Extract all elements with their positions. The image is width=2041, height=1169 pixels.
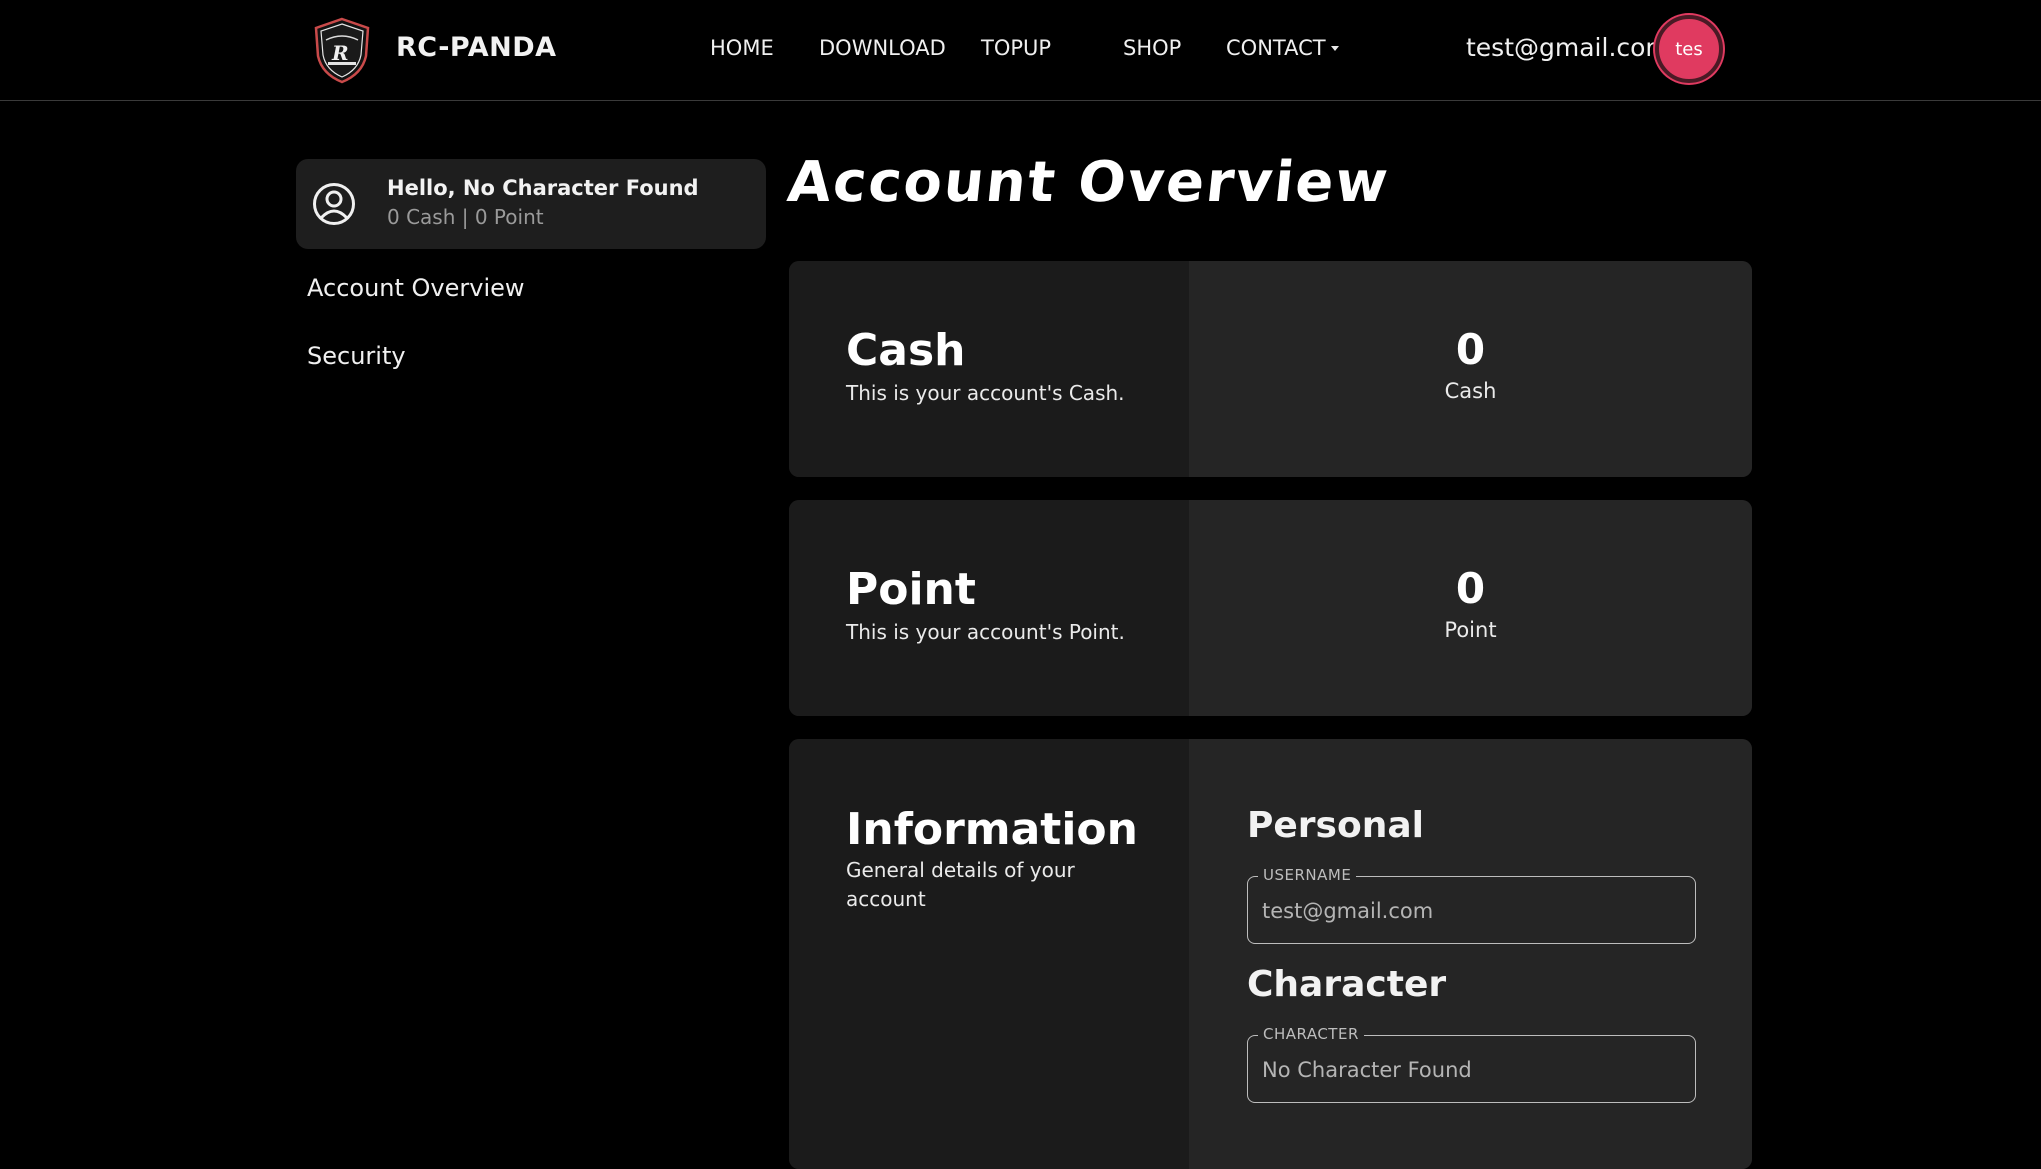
- point-value: 0: [1455, 564, 1486, 613]
- information-description: General details of your account: [846, 858, 1075, 911]
- rc-panda-logo-icon[interactable]: R: [310, 16, 374, 84]
- character-label: CHARACTER: [1258, 1025, 1364, 1043]
- profile-greeting: Hello, No Character Found: [387, 176, 699, 200]
- information-title: Information: [846, 804, 1138, 855]
- nav-contact[interactable]: CONTACT: [1226, 36, 1326, 60]
- svg-text:R: R: [331, 41, 349, 65]
- brand-name[interactable]: RC-PANDA: [396, 32, 557, 63]
- point-title: Point: [846, 564, 976, 615]
- information-card-fields: Personal USERNAME test@gmail.com Charact…: [1189, 739, 1752, 1169]
- top-navbar: R RC-PANDA HOME DOWNLOAD TOPUP SHOP CONT…: [0, 0, 2041, 101]
- avatar-initials: tes: [1675, 38, 1703, 60]
- character-value: No Character Found: [1262, 1058, 1472, 1082]
- profile-balance: 0 Cash | 0 Point: [387, 205, 544, 229]
- nav-download[interactable]: DOWNLOAD: [819, 36, 946, 60]
- cash-card-info: Cash This is your account's Cash.: [789, 261, 1189, 477]
- user-circle-icon: [313, 183, 355, 225]
- cash-card-stat: 0 Cash: [1189, 261, 1752, 477]
- user-avatar[interactable]: tes: [1655, 15, 1723, 83]
- username-label: USERNAME: [1258, 866, 1357, 884]
- point-card-info: Point This is your account's Point.: [789, 500, 1189, 716]
- point-unit: Point: [1444, 618, 1497, 642]
- sidebar-item-account-overview[interactable]: Account Overview: [307, 274, 525, 302]
- cash-unit: Cash: [1444, 379, 1497, 403]
- point-card: Point This is your account's Point. 0 Po…: [789, 500, 1752, 716]
- sidebar-item-security[interactable]: Security: [307, 342, 406, 370]
- username-field[interactable]: USERNAME test@gmail.com: [1247, 866, 1696, 944]
- nav-shop[interactable]: SHOP: [1123, 36, 1181, 60]
- character-field[interactable]: CHARACTER No Character Found: [1247, 1025, 1696, 1103]
- point-description: This is your account's Point.: [846, 620, 1125, 644]
- contact-dropdown-caret-icon[interactable]: [1331, 46, 1339, 51]
- character-heading: Character: [1247, 964, 1447, 1005]
- information-card-info: Information General details of your acco…: [789, 739, 1189, 1169]
- page-title: Account Overview: [784, 150, 1393, 215]
- cash-title: Cash: [846, 325, 966, 376]
- user-email[interactable]: test@gmail.com: [1466, 33, 1670, 62]
- username-value: test@gmail.com: [1262, 899, 1434, 923]
- profile-summary-card: Hello, No Character Found 0 Cash | 0 Poi…: [296, 159, 766, 249]
- cash-description: This is your account's Cash.: [846, 381, 1125, 405]
- point-card-stat: 0 Point: [1189, 500, 1752, 716]
- personal-heading: Personal: [1247, 805, 1424, 846]
- cash-value: 0: [1455, 325, 1486, 374]
- cash-card: Cash This is your account's Cash. 0 Cash: [789, 261, 1752, 477]
- nav-home[interactable]: HOME: [710, 36, 774, 60]
- information-card: Information General details of your acco…: [789, 739, 1752, 1169]
- nav-topup[interactable]: TOPUP: [981, 36, 1051, 60]
